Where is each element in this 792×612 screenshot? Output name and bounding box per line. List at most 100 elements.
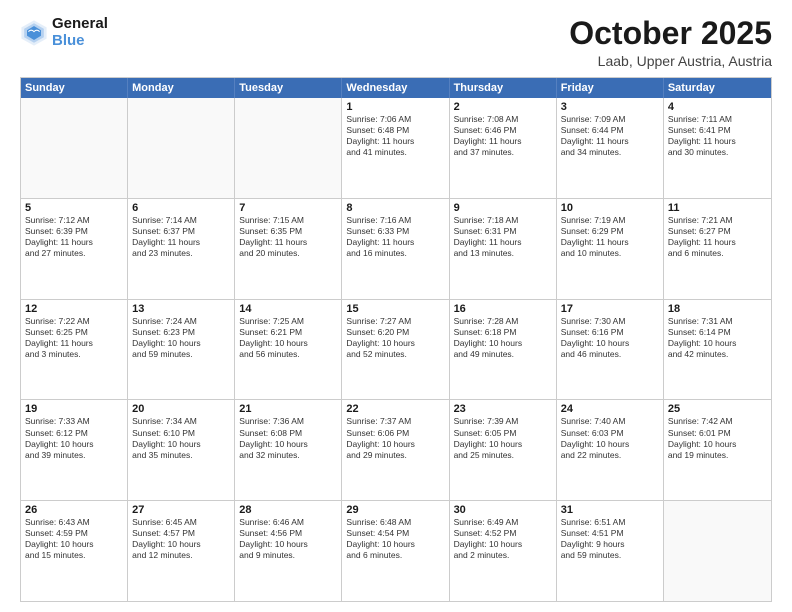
- day-info: Sunrise: 7:30 AM Sunset: 6:16 PM Dayligh…: [561, 316, 659, 360]
- day-number: 4: [668, 101, 767, 113]
- day-info: Sunrise: 7:31 AM Sunset: 6:14 PM Dayligh…: [668, 316, 767, 360]
- day-number: 5: [25, 202, 123, 214]
- day-info: Sunrise: 7:27 AM Sunset: 6:20 PM Dayligh…: [346, 316, 444, 360]
- header: General Blue October 2025 Laab, Upper Au…: [20, 16, 772, 69]
- day-number: 14: [239, 303, 337, 315]
- week-row: 5Sunrise: 7:12 AM Sunset: 6:39 PM Daylig…: [21, 199, 771, 300]
- day-number: 18: [668, 303, 767, 315]
- day-number: 7: [239, 202, 337, 214]
- day-info: Sunrise: 7:28 AM Sunset: 6:18 PM Dayligh…: [454, 316, 552, 360]
- day-cell: 30Sunrise: 6:49 AM Sunset: 4:52 PM Dayli…: [450, 501, 557, 601]
- day-info: Sunrise: 7:08 AM Sunset: 6:46 PM Dayligh…: [454, 114, 552, 158]
- day-info: Sunrise: 6:45 AM Sunset: 4:57 PM Dayligh…: [132, 517, 230, 561]
- day-number: 29: [346, 504, 444, 516]
- day-number: 6: [132, 202, 230, 214]
- day-number: 11: [668, 202, 767, 214]
- day-cell: [235, 98, 342, 198]
- day-cell: 3Sunrise: 7:09 AM Sunset: 6:44 PM Daylig…: [557, 98, 664, 198]
- day-cell: 17Sunrise: 7:30 AM Sunset: 6:16 PM Dayli…: [557, 300, 664, 400]
- day-cell: [128, 98, 235, 198]
- week-row: 1Sunrise: 7:06 AM Sunset: 6:48 PM Daylig…: [21, 98, 771, 199]
- day-cell: 26Sunrise: 6:43 AM Sunset: 4:59 PM Dayli…: [21, 501, 128, 601]
- day-header: Tuesday: [235, 78, 342, 98]
- day-number: 26: [25, 504, 123, 516]
- day-number: 23: [454, 403, 552, 415]
- day-info: Sunrise: 7:42 AM Sunset: 6:01 PM Dayligh…: [668, 416, 767, 460]
- day-number: 21: [239, 403, 337, 415]
- day-header: Monday: [128, 78, 235, 98]
- day-number: 31: [561, 504, 659, 516]
- day-cell: 14Sunrise: 7:25 AM Sunset: 6:21 PM Dayli…: [235, 300, 342, 400]
- day-cell: 2Sunrise: 7:08 AM Sunset: 6:46 PM Daylig…: [450, 98, 557, 198]
- day-info: Sunrise: 7:11 AM Sunset: 6:41 PM Dayligh…: [668, 114, 767, 158]
- day-number: 24: [561, 403, 659, 415]
- day-info: Sunrise: 6:46 AM Sunset: 4:56 PM Dayligh…: [239, 517, 337, 561]
- day-info: Sunrise: 7:22 AM Sunset: 6:25 PM Dayligh…: [25, 316, 123, 360]
- day-info: Sunrise: 7:19 AM Sunset: 6:29 PM Dayligh…: [561, 215, 659, 259]
- day-number: 3: [561, 101, 659, 113]
- day-info: Sunrise: 7:37 AM Sunset: 6:06 PM Dayligh…: [346, 416, 444, 460]
- day-number: 2: [454, 101, 552, 113]
- day-info: Sunrise: 7:39 AM Sunset: 6:05 PM Dayligh…: [454, 416, 552, 460]
- day-header: Sunday: [21, 78, 128, 98]
- week-row: 26Sunrise: 6:43 AM Sunset: 4:59 PM Dayli…: [21, 501, 771, 601]
- day-cell: 19Sunrise: 7:33 AM Sunset: 6:12 PM Dayli…: [21, 400, 128, 500]
- day-cell: 24Sunrise: 7:40 AM Sunset: 6:03 PM Dayli…: [557, 400, 664, 500]
- day-number: 20: [132, 403, 230, 415]
- day-header: Thursday: [450, 78, 557, 98]
- day-cell: 21Sunrise: 7:36 AM Sunset: 6:08 PM Dayli…: [235, 400, 342, 500]
- logo-icon: [20, 19, 48, 47]
- day-headers: SundayMondayTuesdayWednesdayThursdayFrid…: [21, 78, 771, 98]
- week-row: 12Sunrise: 7:22 AM Sunset: 6:25 PM Dayli…: [21, 300, 771, 401]
- logo: General Blue: [20, 16, 108, 49]
- day-info: Sunrise: 7:40 AM Sunset: 6:03 PM Dayligh…: [561, 416, 659, 460]
- day-number: 9: [454, 202, 552, 214]
- day-header: Friday: [557, 78, 664, 98]
- logo-line1: General: [52, 16, 108, 33]
- day-info: Sunrise: 7:14 AM Sunset: 6:37 PM Dayligh…: [132, 215, 230, 259]
- day-cell: 12Sunrise: 7:22 AM Sunset: 6:25 PM Dayli…: [21, 300, 128, 400]
- day-number: 27: [132, 504, 230, 516]
- day-info: Sunrise: 7:33 AM Sunset: 6:12 PM Dayligh…: [25, 416, 123, 460]
- day-number: 30: [454, 504, 552, 516]
- day-info: Sunrise: 7:36 AM Sunset: 6:08 PM Dayligh…: [239, 416, 337, 460]
- day-number: 10: [561, 202, 659, 214]
- day-cell: 15Sunrise: 7:27 AM Sunset: 6:20 PM Dayli…: [342, 300, 449, 400]
- day-cell: 13Sunrise: 7:24 AM Sunset: 6:23 PM Dayli…: [128, 300, 235, 400]
- day-info: Sunrise: 6:49 AM Sunset: 4:52 PM Dayligh…: [454, 517, 552, 561]
- day-info: Sunrise: 7:16 AM Sunset: 6:33 PM Dayligh…: [346, 215, 444, 259]
- main-title: October 2025: [569, 16, 772, 51]
- day-cell: 10Sunrise: 7:19 AM Sunset: 6:29 PM Dayli…: [557, 199, 664, 299]
- day-cell: 8Sunrise: 7:16 AM Sunset: 6:33 PM Daylig…: [342, 199, 449, 299]
- day-number: 1: [346, 101, 444, 113]
- day-info: Sunrise: 7:12 AM Sunset: 6:39 PM Dayligh…: [25, 215, 123, 259]
- day-number: 16: [454, 303, 552, 315]
- day-number: 12: [25, 303, 123, 315]
- day-info: Sunrise: 6:48 AM Sunset: 4:54 PM Dayligh…: [346, 517, 444, 561]
- day-cell: 20Sunrise: 7:34 AM Sunset: 6:10 PM Dayli…: [128, 400, 235, 500]
- day-cell: 4Sunrise: 7:11 AM Sunset: 6:41 PM Daylig…: [664, 98, 771, 198]
- day-number: 13: [132, 303, 230, 315]
- day-info: Sunrise: 7:25 AM Sunset: 6:21 PM Dayligh…: [239, 316, 337, 360]
- day-info: Sunrise: 7:15 AM Sunset: 6:35 PM Dayligh…: [239, 215, 337, 259]
- calendar: SundayMondayTuesdayWednesdayThursdayFrid…: [20, 77, 772, 602]
- day-header: Wednesday: [342, 78, 449, 98]
- day-cell: [664, 501, 771, 601]
- day-info: Sunrise: 7:24 AM Sunset: 6:23 PM Dayligh…: [132, 316, 230, 360]
- day-info: Sunrise: 7:18 AM Sunset: 6:31 PM Dayligh…: [454, 215, 552, 259]
- day-number: 28: [239, 504, 337, 516]
- day-cell: 11Sunrise: 7:21 AM Sunset: 6:27 PM Dayli…: [664, 199, 771, 299]
- day-cell: 9Sunrise: 7:18 AM Sunset: 6:31 PM Daylig…: [450, 199, 557, 299]
- day-cell: 7Sunrise: 7:15 AM Sunset: 6:35 PM Daylig…: [235, 199, 342, 299]
- day-info: Sunrise: 6:43 AM Sunset: 4:59 PM Dayligh…: [25, 517, 123, 561]
- day-header: Saturday: [664, 78, 771, 98]
- day-cell: 27Sunrise: 6:45 AM Sunset: 4:57 PM Dayli…: [128, 501, 235, 601]
- logo-text-block: General Blue: [52, 16, 108, 49]
- day-info: Sunrise: 7:21 AM Sunset: 6:27 PM Dayligh…: [668, 215, 767, 259]
- day-cell: 5Sunrise: 7:12 AM Sunset: 6:39 PM Daylig…: [21, 199, 128, 299]
- day-number: 15: [346, 303, 444, 315]
- weeks: 1Sunrise: 7:06 AM Sunset: 6:48 PM Daylig…: [21, 98, 771, 601]
- day-number: 19: [25, 403, 123, 415]
- day-cell: 1Sunrise: 7:06 AM Sunset: 6:48 PM Daylig…: [342, 98, 449, 198]
- week-row: 19Sunrise: 7:33 AM Sunset: 6:12 PM Dayli…: [21, 400, 771, 501]
